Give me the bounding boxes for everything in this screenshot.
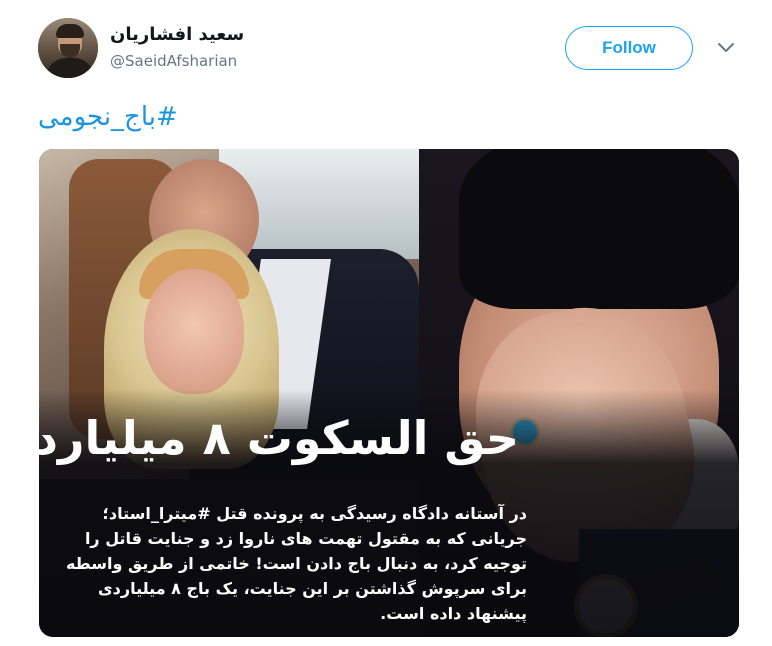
tweet-header: سعید افشاریان @SaeidAfsharian Follow	[0, 0, 772, 100]
image-headline: حق السکوت ۸ میلیاردی	[39, 411, 519, 465]
author-name[interactable]: سعید افشاریان	[110, 24, 244, 45]
follow-button[interactable]: Follow	[565, 26, 693, 70]
avatar-hair	[56, 24, 84, 38]
hashtag-link[interactable]: #باج_نجومی	[38, 102, 178, 132]
cleric-turban	[459, 149, 739, 309]
image-caption: در آستانه دادگاه رسیدگی به پرونده قتل #م…	[65, 504, 527, 623]
woman-face	[144, 269, 244, 394]
tweet-image[interactable]: حق السکوت ۸ میلیاردی در آستانه دادگاه رس…	[39, 149, 739, 637]
chevron-down-icon[interactable]	[716, 40, 736, 56]
author-handle[interactable]: @SaeidAfsharian	[110, 52, 237, 70]
avatar[interactable]	[38, 18, 98, 78]
